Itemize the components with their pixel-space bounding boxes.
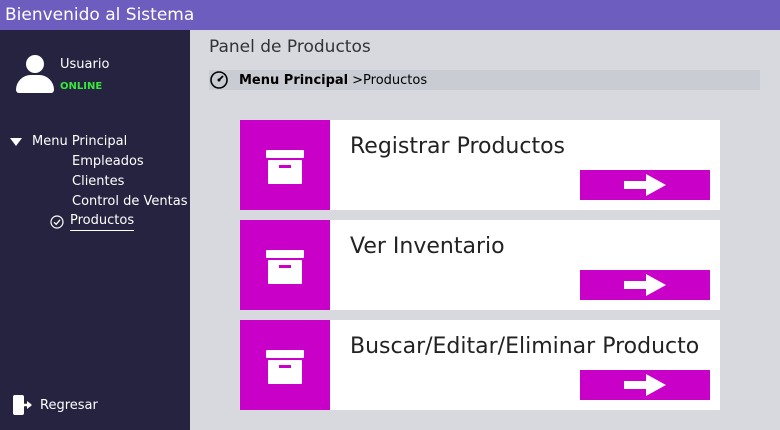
buscar-editar-eliminar-card: Buscar/Editar/Eliminar Producto <box>240 320 720 410</box>
arrow-right-icon <box>624 274 666 296</box>
arrow-right-icon <box>624 174 666 196</box>
sidebar-item-clientes[interactable]: Clientes <box>72 174 124 189</box>
arrow-right-icon <box>624 374 666 396</box>
breadcrumb-current: Productos <box>363 72 428 88</box>
ver-inventario-go-button[interactable] <box>580 270 710 300</box>
sidebar-item-empleados[interactable]: Empleados <box>72 154 144 169</box>
card-title: Buscar/Editar/Eliminar Producto <box>350 334 700 359</box>
page-title: Panel de Productos <box>209 37 371 57</box>
user-avatar-icon <box>16 55 54 95</box>
speedometer-icon <box>210 71 228 89</box>
ver-inventario-card: Ver Inventario <box>240 220 720 310</box>
card-title: Ver Inventario <box>350 234 505 259</box>
registrar-productos-card: Registrar Productos <box>240 120 720 210</box>
archive-box-icon <box>240 320 330 410</box>
user-status: ONLINE <box>60 81 103 92</box>
breadcrumb-root[interactable]: Menu Principal <box>239 73 348 88</box>
window-title: Bienvenido al Sistema <box>0 0 780 30</box>
sidebar-item-productos-label: Productos <box>70 213 135 231</box>
registrar-productos-go-button[interactable] <box>580 170 710 200</box>
breadcrumb: Menu Principal > Productos <box>209 70 760 90</box>
breadcrumb-separator: > <box>352 72 364 88</box>
menu-principal-label: Menu Principal <box>32 134 128 149</box>
expand-triangle-icon[interactable] <box>10 137 22 146</box>
logout-icon <box>13 395 32 415</box>
user-name: Usuario <box>60 57 110 72</box>
card-title: Registrar Productos <box>350 134 566 159</box>
sidebar-item-productos[interactable]: Productos <box>50 213 135 231</box>
buscar-editar-eliminar-go-button[interactable] <box>580 370 710 400</box>
sidebar-item-control-ventas[interactable]: Control de Ventas <box>72 194 187 209</box>
sidebar: Usuario ONLINE Menu Principal Empleados … <box>0 30 190 430</box>
archive-box-icon <box>240 220 330 310</box>
back-label: Regresar <box>40 397 98 413</box>
menu-principal-node[interactable]: Menu Principal <box>10 134 127 149</box>
back-button[interactable]: Regresar <box>12 394 98 416</box>
archive-box-icon <box>240 120 330 210</box>
check-circle-icon <box>50 215 64 229</box>
